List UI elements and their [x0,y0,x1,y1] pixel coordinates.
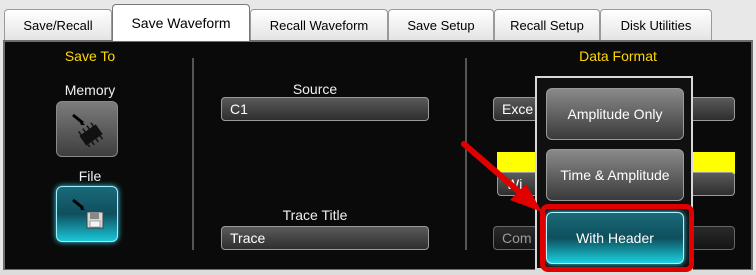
memory-chip-icon [72,113,104,147]
source-label: Source [292,81,338,97]
trace-title-field[interactable]: Trace [221,226,429,250]
data-format-heading: Data Format [579,48,657,64]
red-pointer-arrow-icon [461,141,542,212]
red-highlight-box [540,204,694,272]
tab-save-recall[interactable]: Save/Recall [4,9,112,40]
tab-bar: Save/Recall Save Waveform Recall Wavefor… [4,0,752,41]
file-button[interactable] [56,186,118,242]
amplitude-only-option[interactable]: Amplitude Only [546,88,684,140]
tab-recall-waveform[interactable]: Recall Waveform [250,9,388,40]
column-divider [192,58,194,250]
tab-save-setup[interactable]: Save Setup [388,9,494,40]
file-label: File [78,168,102,184]
trace-title-label: Trace Title [282,207,348,223]
tab-save-waveform[interactable]: Save Waveform [112,4,250,41]
memory-label: Memory [64,82,116,98]
tab-disk-utilities[interactable]: Disk Utilities [600,9,712,40]
save-to-heading: Save To [64,48,116,64]
time-and-amplitude-option[interactable]: Time & Amplitude [546,149,684,201]
memory-button[interactable] [56,101,118,157]
source-field[interactable]: C1 [221,97,429,121]
tab-recall-setup[interactable]: Recall Setup [494,9,600,40]
floppy-disk-icon [72,198,104,229]
